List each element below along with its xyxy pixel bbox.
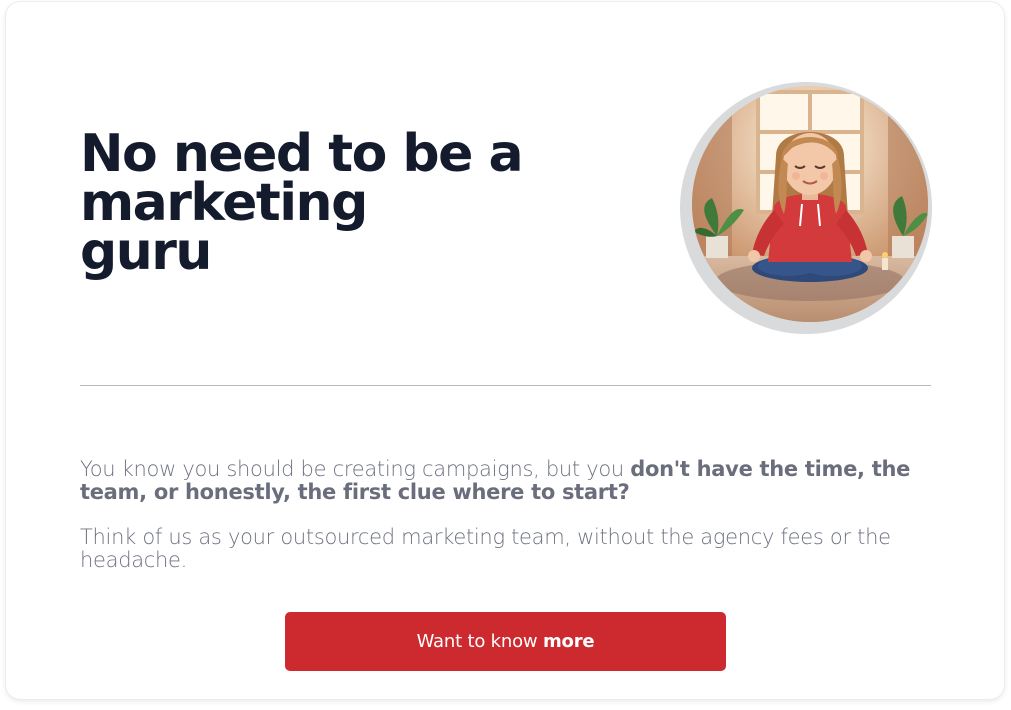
- content-card: No need to be a marketing guru You know …: [6, 2, 1004, 699]
- cta-label-text: Want to know: [416, 631, 543, 652]
- title-line-2: marketing: [80, 173, 368, 233]
- page-title: No need to be a marketing guru: [80, 124, 600, 282]
- intro-paragraph: You know you should be creating campaign…: [80, 458, 930, 504]
- intro-text: You know you should be creating campaign…: [80, 457, 631, 481]
- avatar-frame: [680, 82, 932, 334]
- want-to-know-more-button[interactable]: Want to know more: [285, 612, 726, 671]
- cta-label-bold: more: [542, 631, 595, 652]
- section-divider: [80, 385, 931, 386]
- outsourced-team-paragraph: Think of us as your outsourced marketing…: [80, 525, 891, 572]
- title-line-3: guru: [80, 222, 212, 282]
- meditating-woman-illustration: [692, 86, 928, 322]
- title-line-1: No need to be a: [80, 124, 524, 184]
